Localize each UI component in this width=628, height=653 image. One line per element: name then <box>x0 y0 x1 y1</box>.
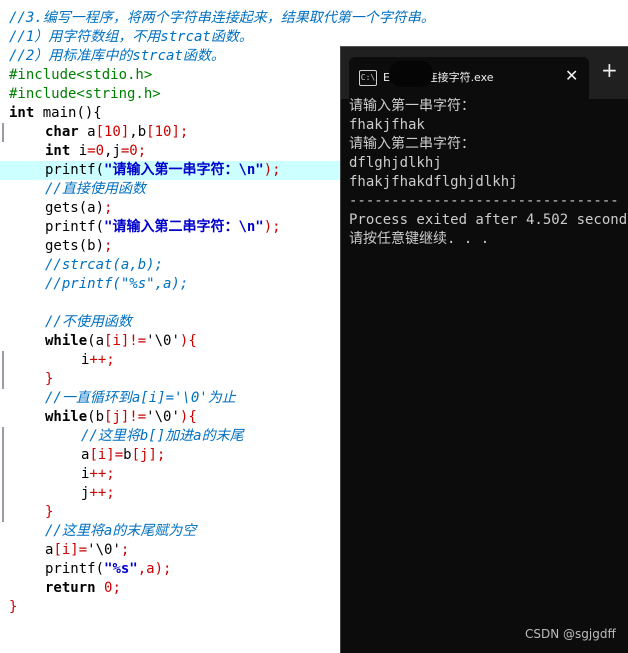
code-text: while(a[i]!='\0'){ <box>45 333 197 349</box>
comment: //1）用字符数组，不用strcat函数。 <box>9 29 253 45</box>
code-text: return 0; <box>45 580 121 596</box>
code-text: } <box>9 599 18 615</box>
watermark: CSDN @sgjgdff <box>525 627 616 641</box>
terminal-line: -------------------------------- <box>349 193 619 209</box>
comment: //3.编写一程序，将两个字符串连接起来，结果取代第一个字符串。 <box>9 10 435 26</box>
code-text: } <box>45 371 54 387</box>
terminal-line: Process exited after 4.502 seconds with … <box>349 212 628 228</box>
terminal-window[interactable]: C:\ E:\ 组三\连接字符.exe ✕ + 请输入第一串字符： fhakjf… <box>340 46 628 653</box>
comment: //这里将a的末尾赋为空 <box>45 523 197 539</box>
terminal-line: fhakjfhak <box>349 117 425 133</box>
preprocessor: #include<string.h> <box>9 86 161 102</box>
comment: //这里将b[]加进a的末尾 <box>81 428 244 444</box>
code-text: printf("%s",a); <box>45 561 172 577</box>
code-text: } <box>45 504 54 520</box>
code-line-9-highlighted: printf("请输入第一串字符：\n"); <box>0 161 340 180</box>
code-text: j++; <box>81 485 115 501</box>
comment: //strcat(a,b); <box>45 257 164 273</box>
code-line-1: //3.编写一程序，将两个字符串连接起来，结果取代第一个字符串。 <box>0 9 628 28</box>
terminal-line: 请按任意键继续. . . <box>349 231 490 247</box>
code-text: int i=0,j=0; <box>45 143 147 159</box>
comment: //一直循环到a[i]='\0'为止 <box>45 390 236 406</box>
redaction-blot <box>389 61 433 87</box>
code-text: while(b[j]!='\0'){ <box>45 409 197 425</box>
code-text: printf("请输入第一串字符：\n"); <box>45 162 281 178</box>
terminal-titlebar[interactable]: C:\ E:\ 组三\连接字符.exe ✕ + <box>341 47 628 99</box>
comment: //直接使用函数 <box>45 181 146 197</box>
terminal-line: 请输入第二串字符： <box>349 136 475 152</box>
comment: //不使用函数 <box>45 314 132 330</box>
code-text: a[i]='\0'; <box>45 542 130 558</box>
close-icon[interactable]: ✕ <box>565 66 578 85</box>
terminal-line: 请输入第一串字符： <box>349 98 475 114</box>
terminal-line: fhakjfhakdflghjdlkhj <box>349 174 518 190</box>
comment: //2）用标准库中的strcat函数。 <box>9 48 225 64</box>
code-text: i++; <box>81 466 115 482</box>
code-text: char a[10],b[10]; <box>45 124 189 140</box>
comment: //printf("%s",a); <box>45 276 189 292</box>
code-text: i++; <box>81 352 115 368</box>
preprocessor: #include<stdio.h> <box>9 67 153 83</box>
terminal-output: 请输入第一串字符： fhakjfhak 请输入第二串字符： dflghjdlkh… <box>349 97 628 249</box>
code-text: printf("请输入第二串字符：\n"); <box>45 219 281 235</box>
terminal-tab[interactable]: C:\ E:\ 组三\连接字符.exe ✕ <box>349 57 589 99</box>
code-text: a[i]=b[j]; <box>81 447 166 463</box>
code-text: int main(){ <box>9 105 102 121</box>
code-text: gets(b); <box>45 238 113 254</box>
code-text: gets(a); <box>45 200 113 216</box>
new-tab-icon[interactable]: + <box>601 60 618 80</box>
code-line-2: //1）用字符数组，不用strcat函数。 <box>0 28 628 47</box>
terminal-line: dflghjdlkhj <box>349 155 442 171</box>
terminal-icon: C:\ <box>359 70 377 86</box>
